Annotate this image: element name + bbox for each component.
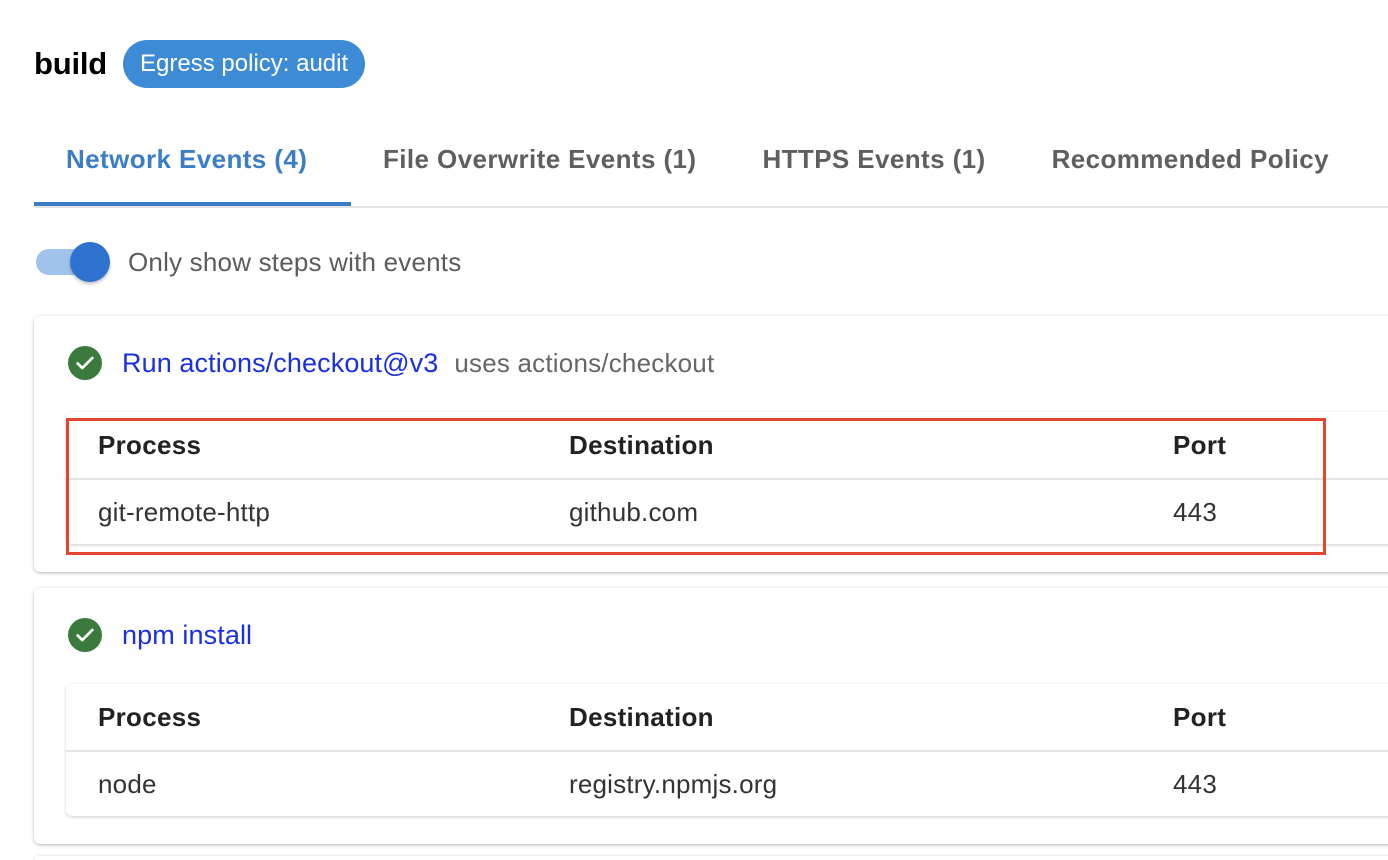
tab-bar: Network Events (4) File Overwrite Events… (34, 118, 1388, 208)
column-header-port: Port (1173, 684, 1388, 752)
network-events-table: Process Destination Port node registry.n… (66, 684, 1388, 816)
tab-recommended-policy[interactable]: Recommended Policy (1052, 118, 1329, 204)
tab-file-overwrite-events[interactable]: File Overwrite Events (1) (383, 118, 696, 204)
column-header-process: Process (66, 684, 569, 752)
table-header-row: Process Destination Port (66, 412, 1388, 480)
check-circle-icon (68, 346, 102, 380)
step-card-partial (34, 856, 1388, 860)
step-header: npm install (68, 618, 252, 652)
toggle-thumb (70, 242, 110, 282)
tab-network-events[interactable]: Network Events (4) (34, 118, 351, 206)
cell-destination: registry.npmjs.org (569, 768, 778, 799)
job-header: build Egress policy: audit (34, 40, 366, 88)
cell-destination: github.com (569, 496, 699, 527)
step-header: Run actions/checkout@v3 uses actions/che… (68, 346, 714, 380)
column-header-process: Process (66, 412, 569, 480)
tab-https-events[interactable]: HTTPS Events (1) (762, 118, 985, 204)
step-uses-text: uses actions/checkout (454, 347, 715, 378)
cell-process: node (98, 768, 157, 799)
column-header-destination: Destination (569, 412, 1173, 480)
check-circle-icon (68, 618, 102, 652)
table-row: node registry.npmjs.org 443 (66, 751, 1388, 816)
step-name-link[interactable]: Run actions/checkout@v3 (122, 348, 438, 379)
table-row: git-remote-http github.com 443 (66, 479, 1388, 544)
column-header-port: Port (1173, 412, 1388, 480)
job-title: build (34, 46, 108, 81)
step-name-link[interactable]: npm install (122, 620, 252, 651)
only-steps-with-events-toggle[interactable] (36, 238, 110, 286)
cell-process: git-remote-http (98, 496, 271, 527)
cell-port: 443 (1173, 496, 1217, 527)
job-events-page: build Egress policy: audit Network Event… (0, 0, 1388, 860)
toggle-label: Only show steps with events (128, 246, 462, 277)
table-header-row: Process Destination Port (66, 684, 1388, 752)
step-card: Run actions/checkout@v3 uses actions/che… (34, 316, 1388, 572)
cell-port: 443 (1173, 768, 1217, 799)
filter-row: Only show steps with events (36, 238, 461, 286)
network-events-table: Process Destination Port git-remote-http… (66, 412, 1388, 544)
step-card: npm install Process Destination Port nod… (34, 588, 1388, 844)
column-header-destination: Destination (569, 684, 1173, 752)
egress-policy-chip: Egress policy: audit (123, 40, 366, 88)
